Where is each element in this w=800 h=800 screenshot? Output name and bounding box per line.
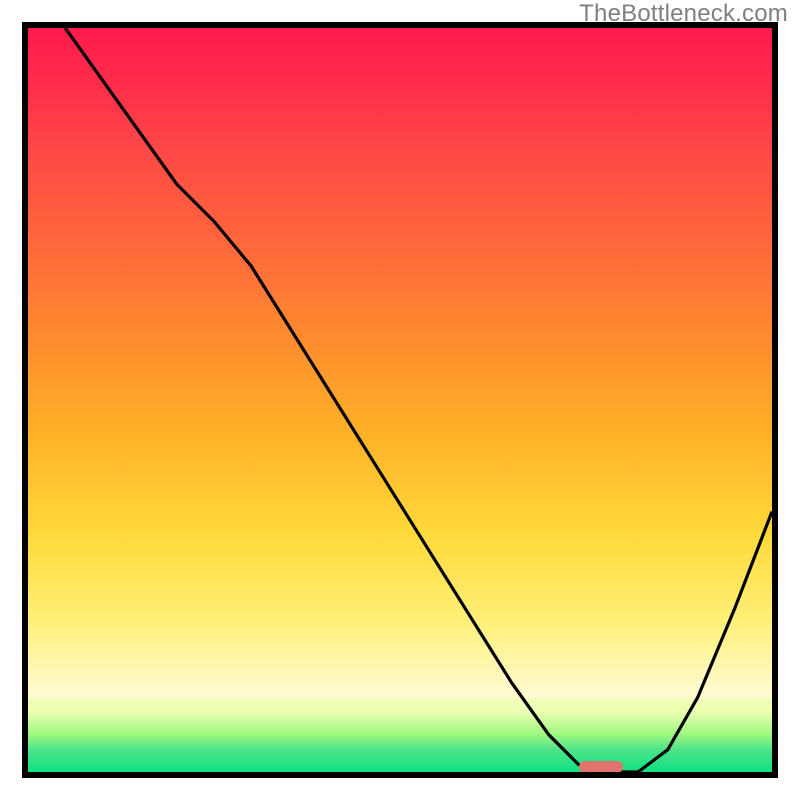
optimum-marker [579,761,624,772]
bottleneck-curve [65,28,772,772]
plot-area [28,28,772,772]
curve-svg [28,28,772,772]
plot-frame [22,22,778,778]
